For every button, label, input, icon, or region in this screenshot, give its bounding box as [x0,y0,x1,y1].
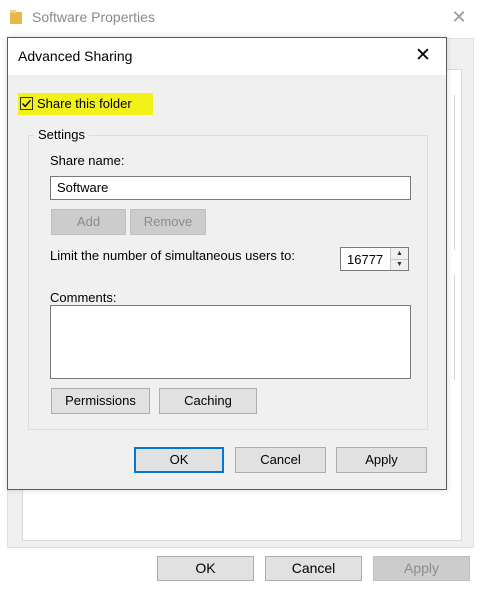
share-folder-checkbox[interactable] [20,97,33,110]
properties-apply-button: Apply [373,556,470,581]
dialog-titlebar: Advanced Sharing ✕ [8,38,446,75]
spin-down-arrow-icon[interactable]: ▼ [391,259,408,270]
properties-title: Software Properties [32,9,155,25]
remove-button: Remove [130,209,206,235]
caching-button[interactable]: Caching [159,388,257,414]
close-icon[interactable]: ✕ [413,46,433,66]
comments-textarea[interactable] [50,305,411,379]
checkmark-icon [21,98,32,109]
share-name-label: Share name: [50,153,125,168]
apply-button[interactable]: Apply [336,447,427,473]
settings-group-title: Settings [34,127,89,142]
properties-titlebar: Software Properties ✕ [0,0,481,34]
dialog-title: Advanced Sharing [18,48,133,64]
user-limit-value[interactable]: 16777 [347,252,389,267]
properties-frame-edge [454,275,455,380]
properties-frame-edge [454,95,455,250]
properties-ok-button[interactable]: OK [157,556,254,581]
permissions-button[interactable]: Permissions [51,388,150,414]
ok-button[interactable]: OK [134,447,224,473]
limit-users-label: Limit the number of simultaneous users t… [50,248,295,263]
user-limit-spinner[interactable]: 16777 ▲ ▼ [340,247,409,271]
share-name-input[interactable]: Software [50,176,411,200]
cancel-button[interactable]: Cancel [235,447,326,473]
advanced-sharing-dialog: Advanced Sharing ✕ Share this folder Set… [7,37,447,490]
spinner-buttons: ▲ ▼ [390,248,408,270]
close-icon[interactable]: ✕ [450,8,468,26]
share-folder-label[interactable]: Share this folder [37,96,132,111]
folder-icon [10,10,22,24]
add-button: Add [51,209,126,235]
comments-label: Comments: [50,290,117,305]
properties-cancel-button[interactable]: Cancel [265,556,362,581]
